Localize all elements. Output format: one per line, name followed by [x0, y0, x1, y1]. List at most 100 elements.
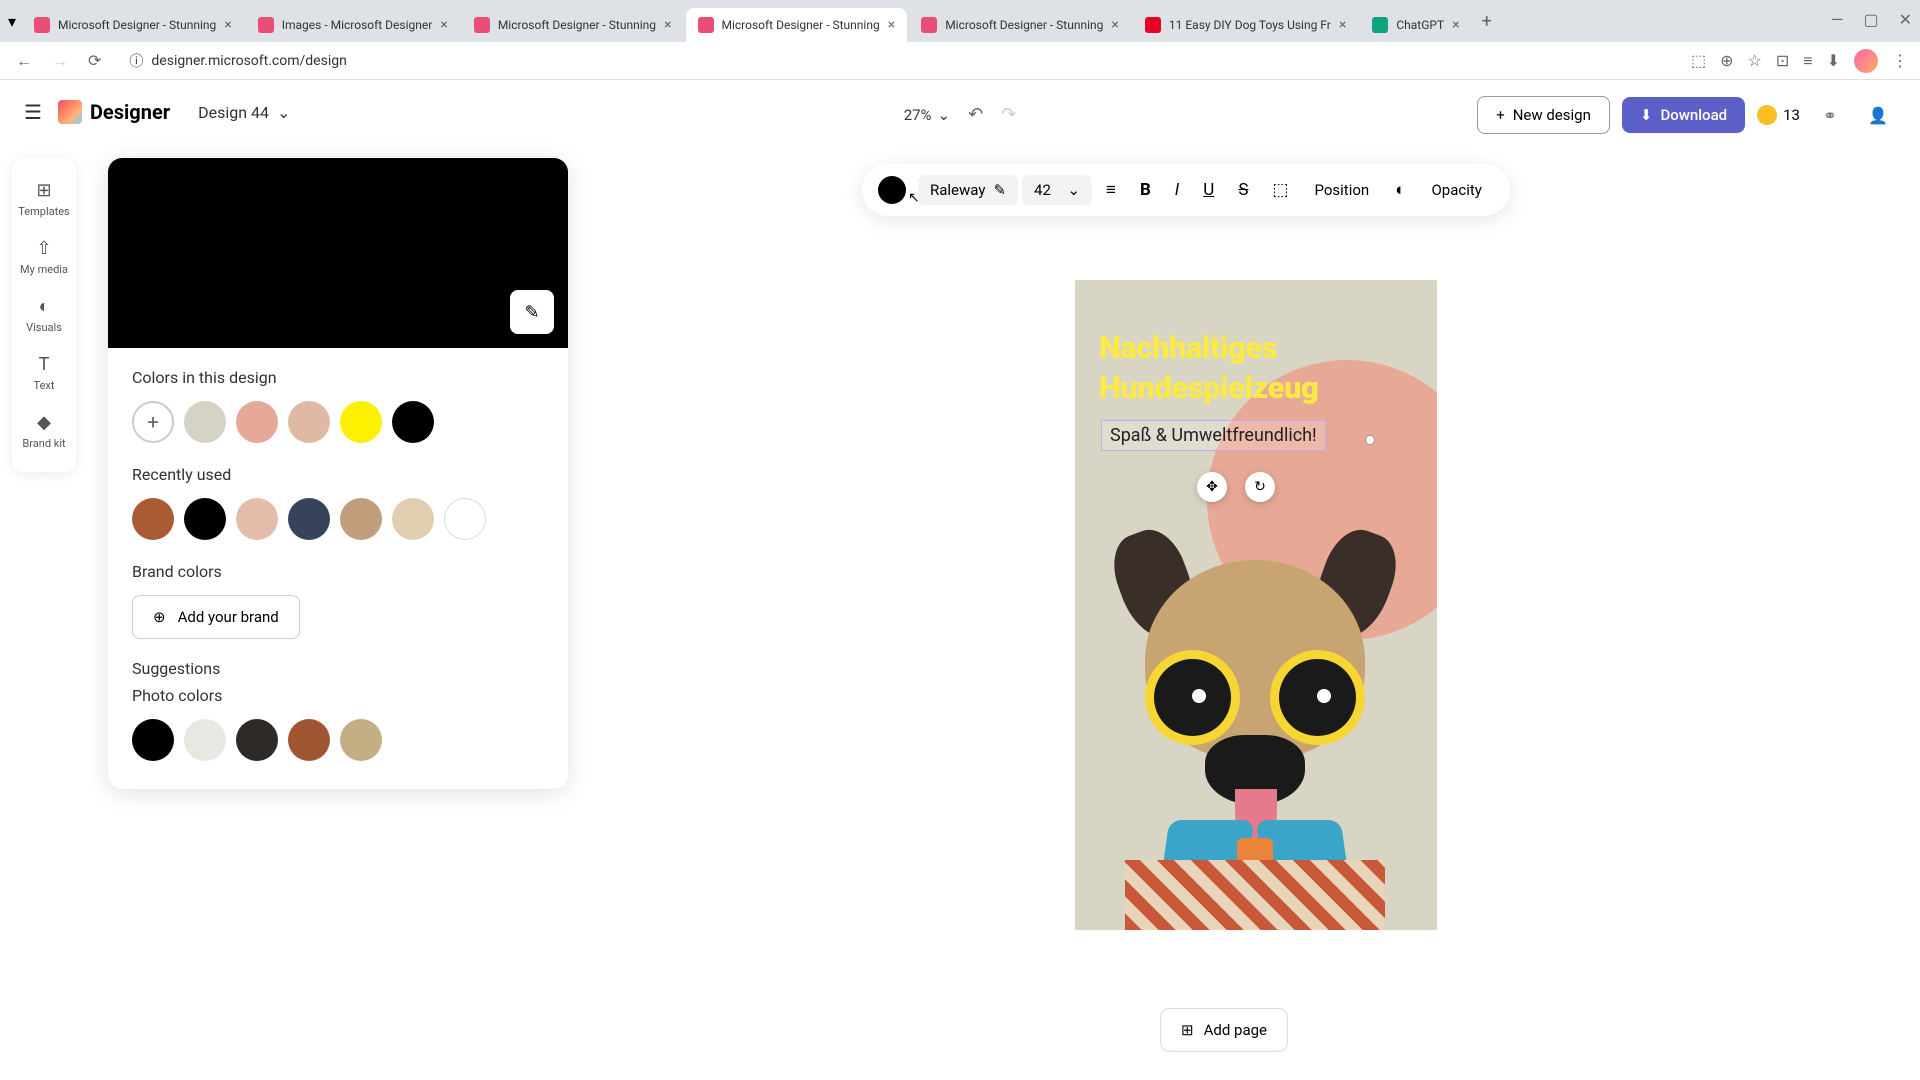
- color-swatch[interactable]: [340, 401, 382, 443]
- install-app-icon[interactable]: ⬚: [1691, 51, 1706, 70]
- account-icon[interactable]: 👤: [1860, 97, 1896, 133]
- window-maximize-icon[interactable]: ▢: [1863, 10, 1878, 29]
- rail-brand-kit[interactable]: ◆Brand kit: [12, 402, 76, 460]
- color-swatch[interactable]: [392, 401, 434, 443]
- tab-search[interactable]: ▾: [8, 12, 20, 31]
- strikethrough-button[interactable]: S: [1228, 174, 1258, 206]
- tab-close-icon[interactable]: ×: [888, 17, 895, 33]
- profile-avatar[interactable]: [1854, 49, 1878, 73]
- color-swatch[interactable]: [340, 498, 382, 540]
- color-swatch[interactable]: [132, 719, 174, 761]
- color-swatch[interactable]: [236, 401, 278, 443]
- design-canvas[interactable]: Nachhaltiges Hundespielzeug Spaß & Umwel…: [1075, 280, 1437, 930]
- pug-image[interactable]: [1085, 500, 1425, 930]
- back-button[interactable]: ←: [12, 47, 36, 75]
- tab-close-icon[interactable]: ×: [440, 17, 447, 33]
- reading-list-icon[interactable]: ≡: [1803, 51, 1812, 71]
- site-info-icon[interactable]: ⓘ: [129, 51, 143, 71]
- bold-button[interactable]: B: [1130, 174, 1161, 206]
- pug-glasses: [1145, 650, 1365, 745]
- tab-close-icon[interactable]: ×: [224, 17, 231, 33]
- eyedropper-button[interactable]: ✎: [510, 290, 554, 334]
- zoom-icon[interactable]: ⊕: [1720, 51, 1733, 70]
- window-minimize-icon[interactable]: —: [1831, 10, 1844, 29]
- position-button[interactable]: Position: [1302, 175, 1381, 205]
- tab-close-icon[interactable]: ×: [1339, 17, 1346, 33]
- color-swatch[interactable]: [184, 719, 226, 761]
- tab-close-icon[interactable]: ×: [1111, 17, 1118, 33]
- rail-my-media[interactable]: ⇧My media: [12, 228, 76, 286]
- color-swatch[interactable]: [444, 498, 486, 540]
- browser-tab[interactable]: Microsoft Designer - Stunning×: [462, 8, 684, 42]
- credits-display[interactable]: 13: [1757, 105, 1800, 125]
- title-line1: Nachhaltiges: [1099, 328, 1318, 368]
- url-field[interactable]: ⓘ designer.microsoft.com/design: [117, 45, 1679, 77]
- text-color-swatch[interactable]: [878, 176, 906, 204]
- add-color-swatch[interactable]: +: [132, 401, 174, 443]
- zoom-value: 27%: [904, 106, 932, 124]
- browser-menu-icon[interactable]: ⋮: [1892, 51, 1908, 70]
- tab-close-icon[interactable]: ×: [1452, 17, 1459, 33]
- resize-handle[interactable]: [1365, 435, 1375, 445]
- window-close-icon[interactable]: ✕: [1899, 10, 1912, 29]
- document-name-dropdown[interactable]: Design 44 ⌄: [186, 97, 302, 128]
- rail-label: Templates: [18, 205, 69, 218]
- canvas-heading[interactable]: Nachhaltiges Hundespielzeug: [1099, 328, 1318, 409]
- add-page-button[interactable]: ⊞ Add page: [1160, 1008, 1288, 1052]
- new-tab-button[interactable]: +: [1474, 7, 1500, 36]
- rail-visuals[interactable]: ◐Visuals: [12, 286, 76, 344]
- menu-icon[interactable]: ☰: [24, 100, 42, 124]
- opacity-button[interactable]: Opacity: [1419, 175, 1493, 205]
- download-button[interactable]: ⬇ Download: [1622, 97, 1745, 133]
- zoom-dropdown[interactable]: 27% ⌄: [904, 106, 950, 124]
- coin-icon: [1757, 105, 1777, 125]
- rotate-handle-icon[interactable]: ↻: [1245, 472, 1275, 502]
- reload-button[interactable]: ⟳: [84, 47, 105, 74]
- downloads-icon[interactable]: ⬇: [1827, 51, 1840, 70]
- app-logo[interactable]: Designer: [58, 100, 170, 124]
- color-swatch[interactable]: [236, 719, 278, 761]
- align-button[interactable]: ≡: [1096, 174, 1126, 206]
- left-rail: ⊞Templates ⇧My media ◐Visuals TText ◆Bra…: [12, 158, 76, 472]
- share-icon[interactable]: ⚭: [1812, 97, 1848, 133]
- browser-tab[interactable]: Microsoft Designer - Stunning×: [22, 8, 244, 42]
- layers-icon[interactable]: ⬚: [1262, 174, 1298, 206]
- browser-tab[interactable]: ChatGPT×: [1360, 8, 1471, 42]
- rail-text[interactable]: TText: [12, 344, 76, 402]
- color-swatch[interactable]: [392, 498, 434, 540]
- color-swatch[interactable]: [288, 719, 330, 761]
- color-swatch[interactable]: [340, 719, 382, 761]
- underline-button[interactable]: U: [1193, 174, 1224, 206]
- browser-tab[interactable]: 11 Easy DIY Dog Toys Using Fr×: [1133, 8, 1358, 42]
- browser-tab[interactable]: Images - Microsoft Designer×: [246, 8, 460, 42]
- canvas-subtitle-selected[interactable]: Spaß & Umweltfreundlich!: [1101, 420, 1326, 451]
- tab-favicon-icon: [1372, 17, 1388, 33]
- tab-close-icon[interactable]: ×: [664, 17, 671, 33]
- undo-button[interactable]: ↶: [968, 104, 983, 125]
- text-icon: T: [39, 354, 50, 375]
- italic-button[interactable]: I: [1165, 174, 1189, 206]
- color-swatch[interactable]: [184, 401, 226, 443]
- color-swatch[interactable]: [236, 498, 278, 540]
- section-colors-in-design: Colors in this design: [132, 368, 544, 387]
- forward-button[interactable]: →: [48, 47, 72, 75]
- color-swatch[interactable]: [132, 498, 174, 540]
- edit-icon: ✎: [993, 181, 1006, 199]
- pug-snout: [1205, 735, 1305, 805]
- color-swatch[interactable]: [288, 498, 330, 540]
- add-brand-button[interactable]: ⊕ Add your brand: [132, 595, 300, 639]
- title-line2: Hundespielzeug: [1099, 368, 1318, 408]
- bookmark-icon[interactable]: ☆: [1748, 51, 1762, 70]
- font-size-value: 42: [1034, 181, 1051, 199]
- color-swatch[interactable]: [288, 401, 330, 443]
- color-preview[interactable]: ✎: [108, 158, 568, 348]
- font-family-dropdown[interactable]: Raleway ✎: [918, 175, 1018, 205]
- rail-templates[interactable]: ⊞Templates: [12, 170, 76, 228]
- move-handle-icon[interactable]: ✥: [1197, 472, 1227, 502]
- new-design-button[interactable]: + New design: [1477, 96, 1610, 134]
- color-swatch[interactable]: [184, 498, 226, 540]
- font-size-dropdown[interactable]: 42 ⌄: [1022, 175, 1092, 205]
- browser-tab-active[interactable]: Microsoft Designer - Stunning×: [686, 8, 908, 42]
- browser-tab[interactable]: Microsoft Designer - Stunning×: [909, 8, 1131, 42]
- extensions-icon[interactable]: ⊡: [1776, 51, 1789, 70]
